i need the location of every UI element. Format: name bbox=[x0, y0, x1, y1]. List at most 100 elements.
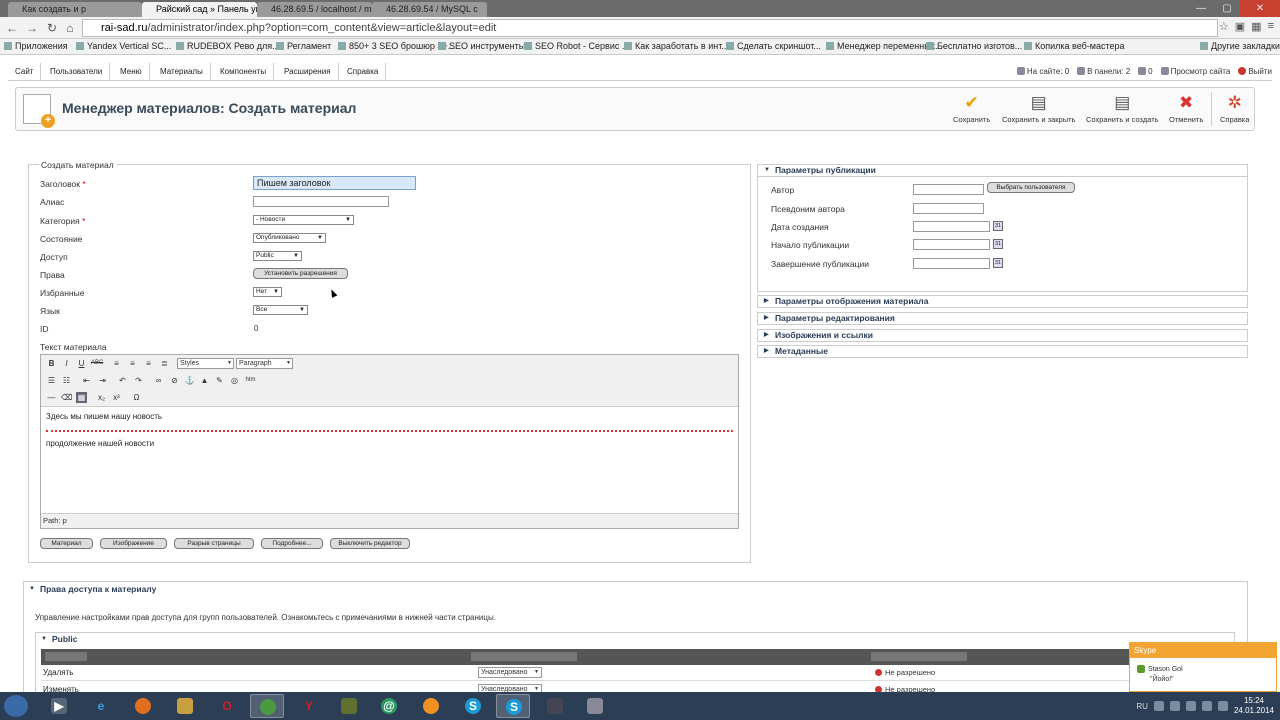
images-links-panel-header[interactable]: Изображения и ссылки bbox=[757, 329, 1248, 342]
home-icon[interactable]: ⌂ bbox=[62, 20, 78, 36]
browser-tab-active[interactable]: Райский сад » Панель упр bbox=[142, 2, 257, 17]
image-icon[interactable]: ▲ bbox=[199, 375, 210, 386]
pagebreak-button[interactable]: Разрыв страницы bbox=[174, 538, 254, 549]
bookmark[interactable]: Копилка веб-мастера bbox=[1024, 41, 1125, 51]
code-icon[interactable]: htm bbox=[245, 375, 256, 386]
select-user-button[interactable]: Выбрать пользователя bbox=[987, 182, 1075, 193]
rule-select[interactable]: Унаследовано bbox=[478, 667, 542, 678]
bullet-list-icon[interactable]: ☰ bbox=[46, 375, 57, 386]
bookmark[interactable]: RUDEBOX Рево для... bbox=[176, 41, 280, 51]
maximize-icon[interactable]: ▢ bbox=[1214, 0, 1240, 17]
strikethrough-icon[interactable]: ABC bbox=[91, 358, 103, 369]
taskbar-app[interactable]: S bbox=[496, 694, 530, 718]
calendar-icon[interactable]: 31 bbox=[993, 258, 1003, 268]
readmore-button[interactable]: Подробнее... bbox=[261, 538, 323, 549]
align-left-icon[interactable]: ≡ bbox=[111, 358, 122, 369]
minimize-icon[interactable]: — bbox=[1188, 0, 1214, 17]
bookmark[interactable]: SEO инструменты bbox=[438, 41, 525, 51]
menu-content[interactable]: Материалы bbox=[153, 63, 211, 80]
italic-icon[interactable]: I bbox=[61, 358, 72, 369]
group-header[interactable]: Public bbox=[36, 633, 1234, 646]
display-options-panel-header[interactable]: Параметры отображения материала bbox=[757, 295, 1248, 308]
volume-icon[interactable] bbox=[1201, 701, 1212, 711]
indent-icon[interactable]: ⇥ bbox=[97, 375, 108, 386]
horizontal-rule-icon[interactable]: — bbox=[46, 392, 57, 403]
logout-link[interactable]: Выйти bbox=[1238, 63, 1272, 80]
close-icon[interactable]: ✕ bbox=[1240, 0, 1280, 17]
taskbar-app[interactable]: ▶ bbox=[42, 694, 76, 718]
menu-menus[interactable]: Меню bbox=[113, 63, 150, 80]
browser-tab[interactable]: 46.28.69.5 / localhost / mage bbox=[257, 2, 372, 17]
network-icon[interactable] bbox=[1217, 701, 1228, 711]
numbered-list-icon[interactable]: ☷ bbox=[61, 375, 72, 386]
extension-icon[interactable]: ▣ bbox=[1235, 20, 1245, 33]
html-icon[interactable]: ◎ bbox=[229, 375, 240, 386]
bookmark[interactable]: Yandex Vertical SC... bbox=[76, 41, 171, 51]
toggle-editor-button[interactable]: Выключить редактор bbox=[330, 538, 410, 549]
title-input[interactable]: Пишем заголовок bbox=[253, 176, 416, 190]
taskbar-app[interactable]: @ bbox=[372, 694, 406, 718]
start-button-icon[interactable] bbox=[4, 695, 28, 717]
bookmark-other[interactable]: Другие закладки bbox=[1200, 41, 1280, 51]
help-button[interactable]: ✲ Справка bbox=[1220, 94, 1249, 125]
outdent-icon[interactable]: ⇤ bbox=[81, 375, 92, 386]
menu-users[interactable]: Пользователи bbox=[43, 63, 111, 80]
clock[interactable]: 15:24 24.01.2014 bbox=[1234, 696, 1274, 716]
bookmark[interactable]: Сделать скриншот... bbox=[726, 41, 821, 51]
save-new-button[interactable]: ▤ Сохранить и создать bbox=[1086, 94, 1159, 125]
taskbar-app[interactable] bbox=[250, 694, 284, 718]
alias-input[interactable] bbox=[253, 196, 389, 207]
skype-notification[interactable]: Skype Stason Gol "Йойо!" bbox=[1129, 642, 1277, 692]
subscript-icon[interactable]: x₂ bbox=[96, 392, 107, 403]
menu-icon[interactable]: ≡ bbox=[1268, 20, 1274, 33]
align-right-icon[interactable]: ≡ bbox=[143, 358, 154, 369]
taskbar-app[interactable]: S bbox=[456, 694, 490, 718]
remove-format-icon[interactable]: ⌫ bbox=[61, 392, 72, 403]
publish-down-input[interactable] bbox=[913, 258, 990, 269]
taskbar-app[interactable] bbox=[538, 694, 572, 718]
taskbar-app[interactable]: Y bbox=[292, 694, 326, 718]
access-rules-header[interactable]: Права доступа к материалу bbox=[24, 582, 1247, 596]
address-bar[interactable]: rai-sad.ru/administrator/index.php?optio… bbox=[82, 19, 1218, 37]
bookmark[interactable]: Регламент bbox=[276, 41, 331, 51]
tray-icon[interactable] bbox=[1153, 701, 1164, 711]
browser-tab[interactable]: 46.28.69.54 / MySQL с bbox=[372, 2, 487, 17]
taskbar-app[interactable]: O bbox=[210, 694, 244, 718]
featured-select[interactable]: Нет bbox=[253, 287, 282, 297]
anchor-icon[interactable]: ⚓ bbox=[184, 375, 195, 386]
redo-icon[interactable]: ↷ bbox=[133, 375, 144, 386]
taskbar-app[interactable] bbox=[414, 694, 448, 718]
visual-aid-icon[interactable]: ▦ bbox=[76, 392, 87, 403]
cancel-button[interactable]: ✖ Отменить bbox=[1169, 94, 1203, 125]
extension-icon[interactable]: ▦ bbox=[1251, 20, 1261, 33]
forward-icon[interactable]: → bbox=[24, 20, 40, 36]
set-permissions-button[interactable]: Установить разрешения bbox=[253, 268, 348, 279]
taskbar-app[interactable] bbox=[168, 694, 202, 718]
taskbar-app[interactable] bbox=[332, 694, 366, 718]
bookmark[interactable]: Приложения bbox=[4, 41, 68, 51]
calendar-icon[interactable]: 31 bbox=[993, 239, 1003, 249]
align-center-icon[interactable]: ≡ bbox=[127, 358, 138, 369]
reload-icon[interactable]: ↻ bbox=[44, 20, 60, 36]
menu-extensions[interactable]: Расширения bbox=[277, 63, 339, 80]
editing-options-panel-header[interactable]: Параметры редактирования bbox=[757, 312, 1248, 325]
save-close-button[interactable]: ▤ Сохранить и закрыть bbox=[1002, 94, 1075, 125]
menu-components[interactable]: Компоненты bbox=[213, 63, 275, 80]
taskbar-app[interactable]: e bbox=[84, 694, 118, 718]
taskbar-app[interactable] bbox=[126, 694, 160, 718]
unlink-icon[interactable]: ⊘ bbox=[169, 375, 180, 386]
bookmark[interactable]: Как заработать в инт... bbox=[624, 41, 729, 51]
back-icon[interactable]: ← bbox=[4, 20, 20, 36]
bold-icon[interactable]: B bbox=[46, 358, 57, 369]
language-select[interactable]: Все bbox=[253, 305, 308, 315]
calendar-icon[interactable]: 31 bbox=[993, 221, 1003, 231]
save-button[interactable]: ✔ Сохранить bbox=[953, 94, 990, 125]
messages-count[interactable]: 0 bbox=[1138, 63, 1152, 80]
article-button[interactable]: Материал bbox=[40, 538, 93, 549]
undo-icon[interactable]: ↶ bbox=[117, 375, 128, 386]
publishing-panel-header[interactable]: Параметры публикации bbox=[757, 164, 1248, 177]
star-icon[interactable]: ☆ bbox=[1219, 20, 1229, 33]
editor-content[interactable]: Здесь мы пишем нашу новость продолжение … bbox=[41, 406, 738, 514]
state-select[interactable]: Опубликовано bbox=[253, 233, 326, 243]
publish-up-input[interactable] bbox=[913, 239, 990, 250]
